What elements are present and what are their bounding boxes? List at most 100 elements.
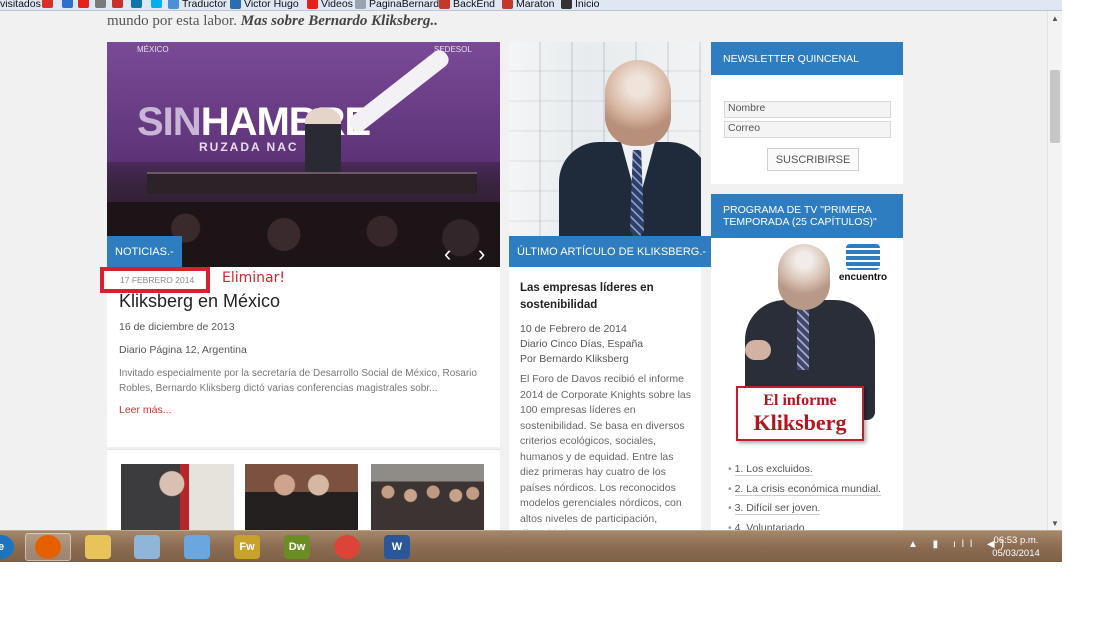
chrome-icon <box>334 535 360 559</box>
firefox-icon <box>35 535 61 559</box>
episode-label: 1. Los excluidos. <box>734 463 813 476</box>
thumbnail-photo[interactable] <box>121 464 234 530</box>
episode-label: 3. Difícil ser joven. <box>734 502 821 515</box>
more-about-link[interactable]: Mas sobre Bernardo Kliksberg.. <box>241 13 438 29</box>
bookmark-item[interactable]: BackEnd <box>439 0 495 10</box>
news-summary: Invitado especialmente por la secretaría… <box>119 368 477 394</box>
read-more-link[interactable]: Leer más... <box>119 404 172 416</box>
screen: visitados Traductor Victor Hugo Videos Pagin… <box>0 0 1062 562</box>
name-input[interactable]: Nombre <box>724 101 891 118</box>
bookmark-label: Victor Hugo <box>244 0 299 10</box>
bookmark-item[interactable]: Maraton <box>502 0 555 10</box>
thumbnail-strip <box>107 449 500 530</box>
taskbar-chrome-button[interactable] <box>324 533 370 561</box>
vertical-scrollbar[interactable]: ▲ ▼ <box>1047 11 1062 530</box>
speaker-figure <box>305 108 341 178</box>
bookmark-label: visitados <box>0 0 41 10</box>
email-input[interactable]: Correo <box>724 121 891 138</box>
channel-logo: encuentro <box>838 244 888 283</box>
bookmarks-bar: visitados Traductor Victor Hugo Videos Pagin… <box>0 0 1062 11</box>
youtube-icon <box>78 0 89 8</box>
clock[interactable]: 06:53 p.m. 05/03/2014 <box>985 534 1047 560</box>
episode-item[interactable]: 1. Los excluidos. <box>728 460 881 480</box>
bookmark-item[interactable]: Traductor <box>168 0 227 10</box>
subscribe-button[interactable]: SUSCRIBIRSE <box>767 148 859 171</box>
taskbar-calculator-button[interactable] <box>124 533 170 561</box>
episode-list: 1. Los excluidos. 2. La crisis económica … <box>728 460 882 530</box>
skype-icon <box>151 0 162 8</box>
tv-program-heading: PROGRAMA DE TV "PRIMERA TEMPORADA (25 CA… <box>711 194 903 238</box>
encuentro-logo-icon <box>846 244 880 270</box>
article-title[interactable]: Las empresas líderes en sostenibilidad <box>520 280 695 314</box>
bookmark-item[interactable]: visitados <box>0 0 41 10</box>
episode-label: 2. La crisis económica mundial. <box>734 482 882 496</box>
article-date: 10 de Febrero de 2014 <box>520 323 627 335</box>
chevron-left-icon[interactable]: ‹ <box>444 241 451 267</box>
bookmark-item[interactable] <box>151 0 162 8</box>
taskbar-word-button[interactable]: W <box>374 533 420 561</box>
article-author: Por Bernardo Kliksberg <box>520 353 629 365</box>
article-category-tab[interactable]: ÚLTIMO ARTÍCULO DE KLIKSBERG.- <box>509 236 715 267</box>
bookmark-item[interactable]: Videos <box>307 0 353 10</box>
cruzada-text: RUZADA NAC <box>199 140 299 154</box>
episode-item[interactable]: 4. Voluntariado. <box>728 519 881 530</box>
episode-item[interactable]: 3. Difícil ser joven. <box>728 499 881 519</box>
bookmark-item[interactable] <box>42 0 53 8</box>
news-title[interactable]: Kliksberg en México <box>119 291 280 312</box>
host-head <box>778 244 830 310</box>
dreamweaver-icon: Dw <box>284 535 310 559</box>
episode-item[interactable]: 2. La crisis económica mundial. <box>728 480 882 500</box>
newsletter-heading: NEWSLETTER QUINCENAL <box>711 42 903 75</box>
eliminar-annotation: Eliminar! <box>222 270 285 286</box>
mexico-logo: MÉXICO <box>137 45 169 54</box>
channel-name: encuentro <box>838 272 888 283</box>
scroll-up-icon[interactable]: ▲ <box>1051 14 1059 23</box>
bookmark-item[interactable]: Inicio <box>561 0 600 10</box>
article-photo[interactable] <box>509 42 701 267</box>
article-source: Diario Cinco Días, España <box>520 338 644 350</box>
tie <box>797 306 809 370</box>
mail-icon <box>95 0 106 8</box>
ie-icon: e <box>0 535 14 559</box>
blue-square-icon <box>62 0 73 8</box>
youtube-icon <box>307 0 318 9</box>
w-icon <box>502 0 513 9</box>
intro-text: mundo por esta labor. Mas sobre Bernardo… <box>107 13 438 29</box>
bookmark-item[interactable]: Victor Hugo <box>230 0 299 10</box>
show-title-card: El informe Kliksberg <box>736 386 864 441</box>
taskbar: e Fw Dw W ▲ ▮ ıll ◀) 06:53 p.m. 05/03/2014 <box>0 530 1062 562</box>
bookmark-label: Traductor <box>182 0 227 10</box>
taskbar-ie-button[interactable]: e <box>0 533 24 561</box>
taskbar-explorer-button[interactable] <box>75 533 121 561</box>
bookmark-label: Videos <box>321 0 353 10</box>
news-category-tab[interactable]: NOTICIAS.- <box>107 236 182 267</box>
bookmark-label: Maraton <box>516 0 555 10</box>
bookmark-item[interactable] <box>131 0 142 8</box>
bookmark-item[interactable]: PaginaBernardo <box>355 0 445 10</box>
news-date-highlight: 17 FEBRERO 2014 <box>100 267 210 293</box>
bookmark-item[interactable] <box>112 0 123 8</box>
linkedin-icon <box>131 0 142 8</box>
scroll-thumb[interactable] <box>1050 70 1060 143</box>
paint-icon <box>184 535 210 559</box>
taskbar-fireworks-button[interactable]: Fw <box>224 533 270 561</box>
article-body: El Foro de Davos recibió el informe 2014… <box>520 373 692 530</box>
chevron-right-icon[interactable]: › <box>478 241 485 267</box>
bookmark-label: BackEnd <box>453 0 496 10</box>
page-icon <box>355 0 366 9</box>
thumbnail-photo[interactable] <box>371 464 484 530</box>
panel-table <box>147 172 477 194</box>
portrait-head <box>605 60 671 146</box>
bookmark-item[interactable] <box>78 0 89 8</box>
taskbar-dreamweaver-button[interactable]: Dw <box>274 533 320 561</box>
translate-icon <box>168 0 179 9</box>
scroll-down-icon[interactable]: ▼ <box>1051 519 1059 528</box>
news-photo[interactable]: MÉXICO SEDESOL SINHAMBRE RUZADA NAC <box>107 42 500 267</box>
bookmark-item[interactable] <box>62 0 73 8</box>
host-hand <box>745 340 771 360</box>
thumbnail-photo[interactable] <box>245 464 358 530</box>
taskbar-firefox-button[interactable] <box>25 533 71 561</box>
bookmark-item[interactable] <box>95 0 106 8</box>
bookmark-label: PaginaBernardo <box>369 0 445 10</box>
taskbar-paint-button[interactable] <box>174 533 220 561</box>
